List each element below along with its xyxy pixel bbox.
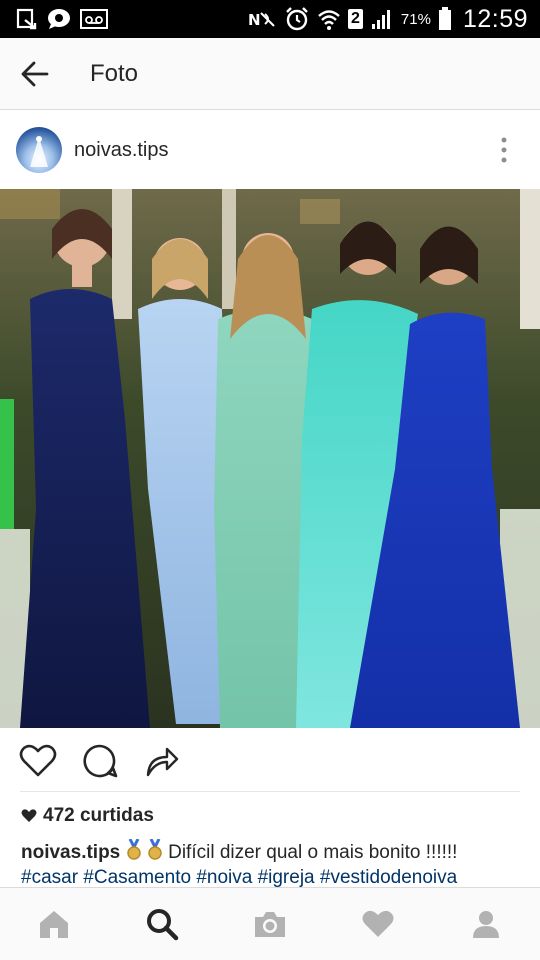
caption-text: Difícil dizer qual o mais bonito !!!!!!: [168, 842, 458, 863]
sim-slot-badge: 2: [348, 9, 363, 29]
voicemail-icon: [80, 9, 108, 29]
page-title: Foto: [90, 59, 139, 87]
profile-icon: [473, 911, 499, 938]
back-button[interactable]: [0, 38, 70, 110]
camera-icon: [255, 912, 285, 937]
share-arrow-icon: [146, 747, 179, 777]
comment-button[interactable]: [80, 741, 120, 781]
battery-percent: 71%: [400, 10, 431, 28]
nav-home[interactable]: [24, 894, 84, 954]
screenshot-icon: [16, 8, 38, 30]
comment-icon: [83, 744, 118, 778]
likes-row[interactable]: 472 curtidas: [21, 805, 154, 827]
wifi-icon: [317, 7, 341, 31]
nav-activity[interactable]: [348, 894, 408, 954]
like-button[interactable]: [18, 741, 58, 781]
likes-count: 472 curtidas: [43, 805, 154, 826]
caption-username[interactable]: noivas.tips: [21, 842, 120, 863]
divider: [20, 791, 520, 792]
post-username[interactable]: noivas.tips: [74, 139, 169, 162]
app-bar: Foto: [0, 38, 540, 110]
nav-search[interactable]: [132, 894, 192, 954]
battery-icon: [438, 7, 452, 31]
heart-filled-icon: [21, 809, 37, 822]
arrow-left-icon: [21, 61, 49, 86]
chat-icon: [46, 8, 72, 30]
home-icon: [40, 911, 68, 938]
more-vertical-icon: [501, 137, 507, 163]
post-header: noivas.tips: [0, 111, 540, 189]
post-actions: [0, 732, 540, 790]
signal-icon: [370, 8, 394, 30]
search-icon: [147, 909, 179, 941]
svg-text:N: N: [248, 11, 261, 29]
clock: 12:59: [462, 4, 528, 33]
heart-outline-icon: [19, 744, 57, 777]
bottom-nav: [0, 887, 540, 960]
post-photo[interactable]: [0, 189, 540, 728]
status-bar: N 2 71% 12:59: [0, 0, 540, 38]
more-options-button[interactable]: [474, 120, 534, 180]
nav-profile[interactable]: [456, 894, 516, 954]
nav-camera[interactable]: [240, 894, 300, 954]
nfc-icon: N: [247, 8, 277, 30]
alarm-icon: [284, 6, 310, 32]
heart-icon: [362, 910, 394, 937]
share-button[interactable]: [142, 741, 182, 781]
avatar[interactable]: [16, 127, 62, 173]
